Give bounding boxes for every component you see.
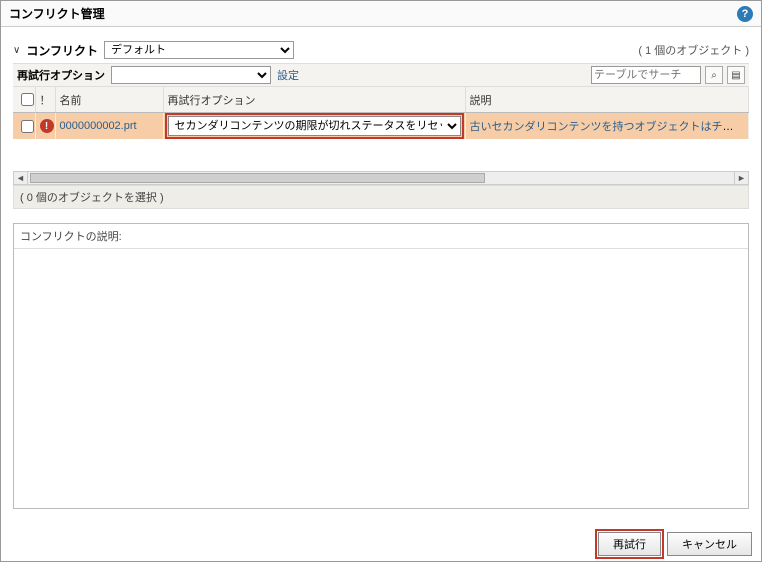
row-checkbox[interactable] <box>21 120 34 133</box>
row-description[interactable]: 古いセカンダリコンテンツを持つオブジェクトはチェックイン <box>470 121 749 133</box>
error-icon: ! <box>40 119 54 133</box>
help-icon[interactable]: ? <box>737 6 753 22</box>
header-checkbox[interactable] <box>13 87 35 113</box>
dialog-footer: 再試行 キャンセル <box>598 532 752 556</box>
header-status[interactable]: ！ <box>35 87 55 113</box>
filter-select[interactable]: デフォルト <box>104 41 294 59</box>
scroll-right-icon[interactable]: ► <box>734 172 748 184</box>
cancel-button[interactable]: キャンセル <box>667 532 752 556</box>
description-panel-body <box>14 249 748 508</box>
conflict-table: ！ 名前 再試行オプション 説明 ! 0000000002.prt セカンダリコ… <box>13 87 749 139</box>
header-retry[interactable]: 再試行オプション <box>163 87 465 113</box>
scroll-thumb[interactable] <box>30 173 485 183</box>
settings-link[interactable]: 設定 <box>277 67 299 83</box>
object-name-link[interactable]: 0000000002.prt <box>60 120 137 132</box>
dialog-header: コンフリクト管理 ? <box>1 1 761 27</box>
table-row[interactable]: ! 0000000002.prt セカンダリコンテンツの期限が切れステータスをリ… <box>13 113 749 140</box>
object-count: ( 1 個のオブジェクト ) <box>638 42 749 58</box>
global-retry-select[interactable] <box>111 66 271 84</box>
horizontal-scrollbar[interactable]: ◄ ► <box>13 171 749 185</box>
header-desc[interactable]: 説明 <box>465 87 749 113</box>
select-all-checkbox[interactable] <box>21 93 34 106</box>
dialog-title: コンフリクト管理 <box>9 5 105 22</box>
content-area: ∨ コンフリクト デフォルト ( 1 個のオブジェクト ) 再試行オプション 設… <box>1 27 761 513</box>
retry-button[interactable]: 再試行 <box>598 532 661 556</box>
toolbar: 再試行オプション 設定 ⌕ ▤ <box>13 63 749 87</box>
view-options-icon[interactable]: ▤ <box>727 66 745 84</box>
description-panel: コンフリクトの説明: <box>13 223 749 509</box>
collapse-chevron-icon[interactable]: ∨ <box>13 45 20 56</box>
selection-status: ( 0 個のオブジェクトを選択 ) <box>13 185 749 209</box>
table-header-row: ！ 名前 再試行オプション 説明 <box>13 87 749 113</box>
scroll-left-icon[interactable]: ◄ <box>14 172 28 184</box>
search-icon[interactable]: ⌕ <box>705 66 723 84</box>
description-panel-title: コンフリクトの説明: <box>14 224 748 249</box>
retry-option-label: 再試行オプション <box>17 67 105 83</box>
row-retry-select[interactable]: セカンダリコンテンツの期限が切れステータスをリセット <box>168 116 461 136</box>
header-name[interactable]: 名前 <box>55 87 163 113</box>
section-title: コンフリクト <box>26 42 98 59</box>
search-input[interactable] <box>591 66 701 84</box>
conflict-section-header: ∨ コンフリクト デフォルト ( 1 個のオブジェクト ) <box>13 37 749 63</box>
